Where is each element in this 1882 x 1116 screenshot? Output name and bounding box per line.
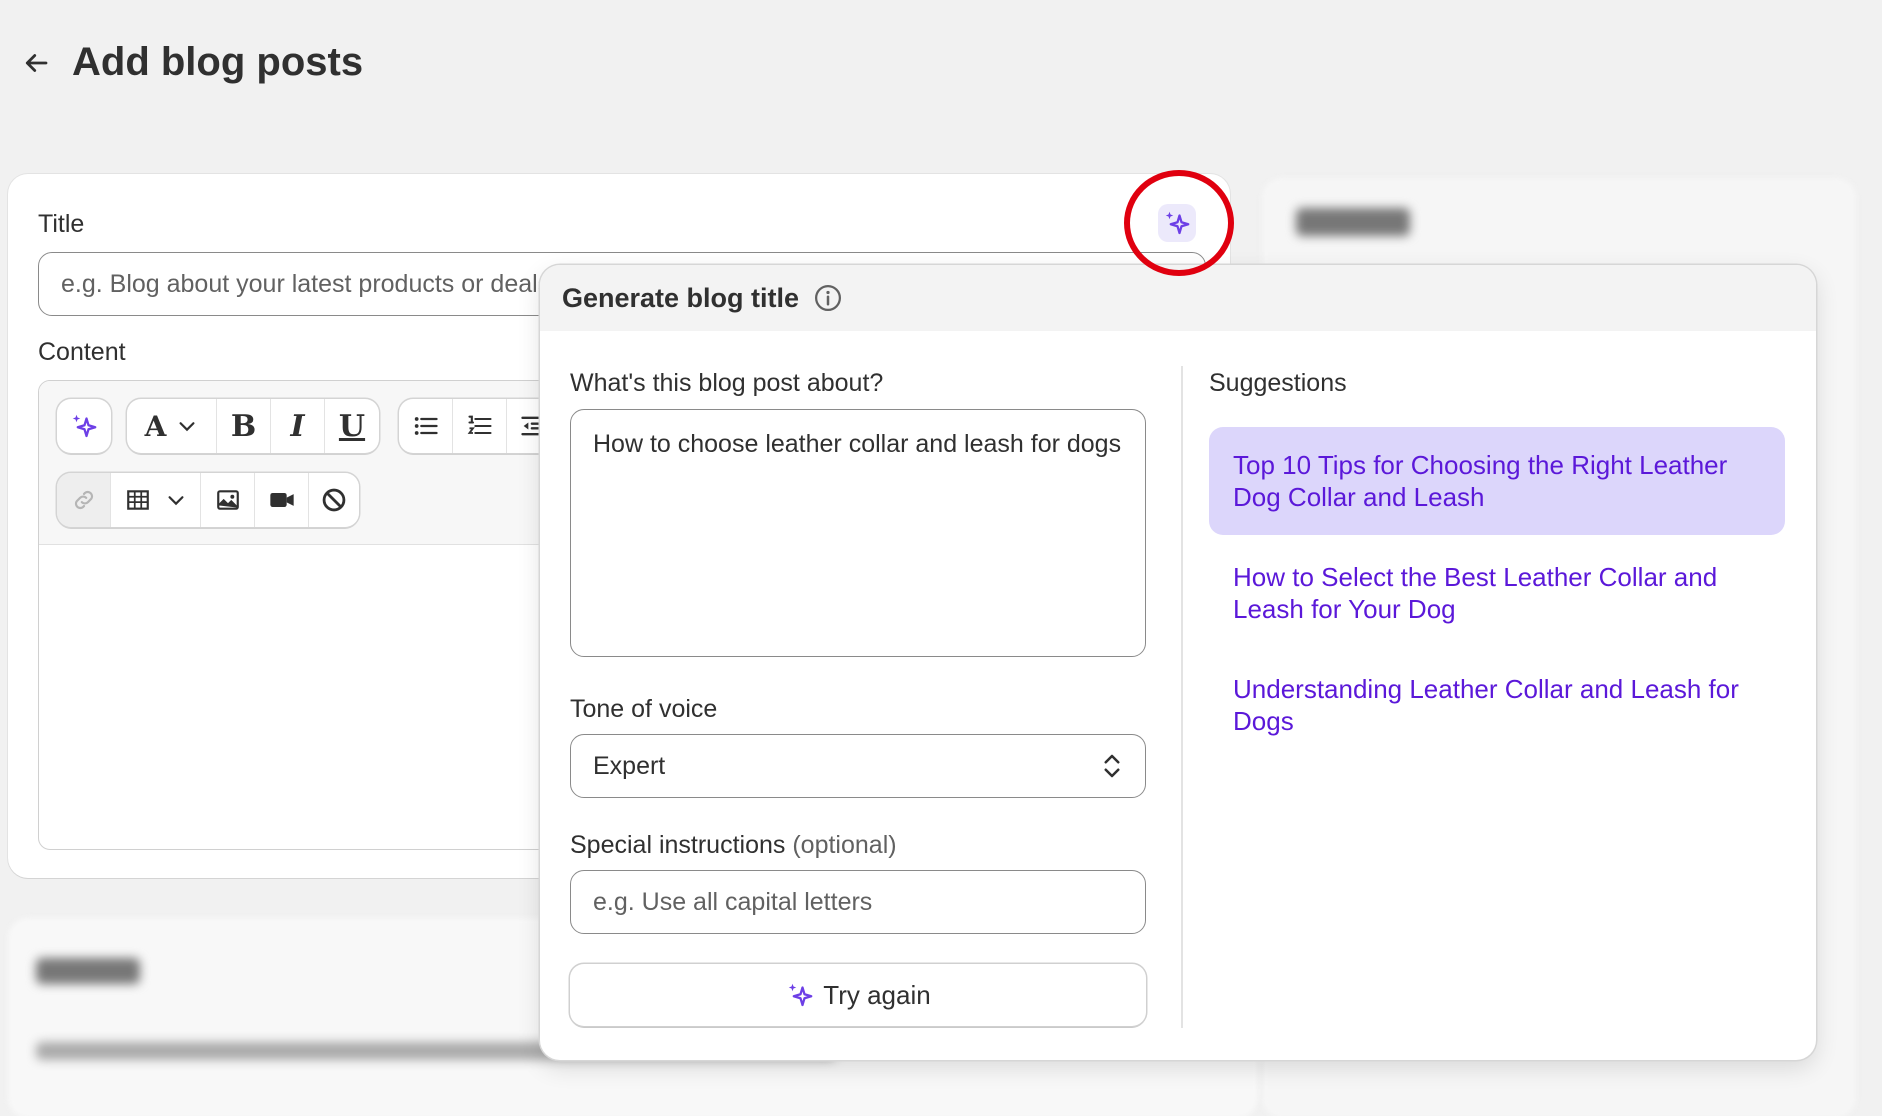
about-label: What's this blog post about? <box>570 369 884 397</box>
sparkle-icon <box>72 414 97 438</box>
highlight-ring <box>1124 170 1234 276</box>
underline-button[interactable]: U <box>325 399 379 453</box>
back-button[interactable] <box>18 45 54 81</box>
content-label: Content <box>38 338 126 366</box>
title-label: Title <box>38 210 85 238</box>
tone-select[interactable]: Expert <box>570 734 1146 798</box>
page-header: Add blog posts <box>18 40 363 85</box>
clear-format-button[interactable] <box>309 473 359 527</box>
numbered-list-button[interactable] <box>453 399 507 453</box>
try-again-button[interactable]: Try again <box>570 964 1146 1026</box>
underline-label: U <box>338 408 366 444</box>
suggestion-item[interactable]: Understanding Leather Collar and Leash f… <box>1209 651 1785 759</box>
ai-generate-button[interactable] <box>57 399 111 453</box>
list-group <box>399 399 559 453</box>
info-icon[interactable] <box>813 283 843 313</box>
excerpt-heading-blurred <box>36 958 140 984</box>
font-label: A <box>144 409 167 443</box>
bullet-list-button[interactable] <box>399 399 453 453</box>
suggestions-label: Suggestions <box>1209 369 1347 397</box>
popover-title: Generate blog title <box>562 282 800 313</box>
tone-label: Tone of voice <box>570 695 718 723</box>
instructions-label-text: Special instructions <box>570 831 786 859</box>
sparkle-icon <box>789 983 813 1007</box>
link-button[interactable] <box>57 473 111 527</box>
bold-button[interactable]: B <box>217 399 271 453</box>
bold-label: B <box>230 408 257 444</box>
page-title: Add blog posts <box>72 40 364 84</box>
sparkle-btn[interactable] <box>57 399 111 453</box>
image-icon <box>216 490 239 510</box>
try-again-label: Try again <box>823 979 931 1010</box>
about-textarea[interactable]: How to choose leather collar and leash f… <box>570 409 1146 657</box>
table-dropdown[interactable] <box>111 473 201 527</box>
column-divider <box>1181 366 1183 1028</box>
suggestion-item[interactable]: Top 10 Tips for Choosing the Right Leath… <box>1209 427 1785 535</box>
select-chevron-icon <box>1104 754 1120 778</box>
table-icon <box>126 490 149 510</box>
image-button[interactable] <box>201 473 255 527</box>
visibility-heading-blurred <box>1296 208 1410 236</box>
insert-group <box>57 473 359 527</box>
chevron-down-icon <box>179 422 195 432</box>
instructions-optional: (optional) <box>792 831 897 859</box>
suggestion-item[interactable]: How to Select the Best Leather Collar an… <box>1209 539 1785 647</box>
italic-button[interactable]: I <box>271 399 325 453</box>
list-numbered-icon <box>467 415 492 435</box>
list-bullet-icon <box>414 417 438 435</box>
font-style-dropdown[interactable]: A <box>127 399 217 453</box>
tone-value: Expert <box>593 751 666 780</box>
video-icon <box>269 493 294 507</box>
text-format-group: A B I U <box>127 399 379 453</box>
clear-format-icon <box>322 488 346 512</box>
instructions-input[interactable]: e.g. Use all capital letters <box>570 870 1146 934</box>
video-button[interactable] <box>255 473 309 527</box>
generate-title-popover: Generate blog title What's this blog pos… <box>540 265 1816 1060</box>
instructions-label: Special instructions (optional) <box>570 831 897 860</box>
link-icon <box>74 490 93 510</box>
italic-label: I <box>290 408 305 444</box>
back-arrow-icon <box>25 53 48 72</box>
chevron-down-icon <box>167 496 184 506</box>
